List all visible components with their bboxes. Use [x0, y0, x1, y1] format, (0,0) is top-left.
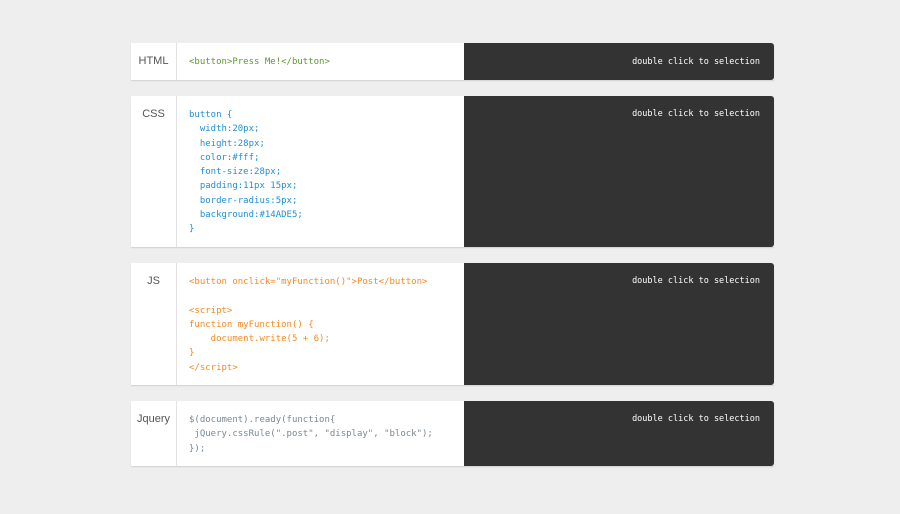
code-line: width:20px;: [189, 124, 260, 135]
code-block-js: JS <button onclick="myFunction()">Post</b…: [131, 263, 774, 385]
code-content[interactable]: <button onclick="myFunction()">Post</but…: [177, 263, 464, 385]
code-line: }: [189, 224, 195, 235]
code-block-label: Jquery: [131, 401, 177, 466]
code-block-html: HTML <button>Press Me!</button> double cli…: [131, 43, 774, 80]
code-line: }: [189, 348, 195, 359]
code-line: color:#fff;: [189, 152, 260, 163]
code-line: function myFunction() {: [189, 319, 314, 330]
selection-hint: double click to selection: [632, 57, 760, 67]
code-line: <button onclick="myFunction()">Post</but…: [189, 277, 428, 287]
selection-hint: double click to selection: [632, 109, 760, 119]
code-content[interactable]: <button>Press Me!</button>: [177, 43, 464, 80]
code-block-label: JS: [131, 263, 177, 385]
selection-panel[interactable]: double click to selection: [464, 263, 774, 385]
selection-panel[interactable]: double click to selection: [464, 43, 774, 80]
code-line: font-size:28px;: [189, 167, 282, 178]
code-line: $(document).ready(function{: [189, 415, 336, 425]
code-line: document.write(5 + 6);: [189, 334, 330, 345]
code-line: height:28px;: [189, 138, 265, 149]
selection-panel[interactable]: double click to selection: [464, 96, 774, 247]
code-line: });: [189, 443, 206, 454]
code-block-label: CSS: [131, 96, 177, 247]
code-content[interactable]: $(document).ready(function{ jQuery.cssRu…: [177, 401, 464, 466]
code-line: button {: [189, 110, 233, 120]
code-line: border-radius:5px;: [189, 195, 298, 206]
selection-hint: double click to selection: [632, 414, 760, 424]
code-line: padding:11px 15px;: [189, 181, 298, 192]
code-block-css: CSS button { width:20px; height:28px; col…: [131, 96, 774, 247]
selection-hint: double click to selection: [632, 276, 760, 286]
code-line: <button>Press Me!</button>: [189, 57, 330, 67]
code-content[interactable]: button { width:20px; height:28px; color:…: [177, 96, 464, 247]
code-line: jQuery.cssRule(".post", "display", "bloc…: [189, 429, 433, 440]
code-line: background:#14ADE5;: [189, 210, 303, 221]
code-line: </script>: [189, 362, 238, 373]
code-block-label: HTML: [131, 43, 177, 80]
code-block-jquery: Jquery $(document).ready(function{ jQuery…: [131, 401, 774, 466]
code-line: <script>: [189, 305, 233, 316]
selection-panel[interactable]: double click to selection: [464, 401, 774, 466]
